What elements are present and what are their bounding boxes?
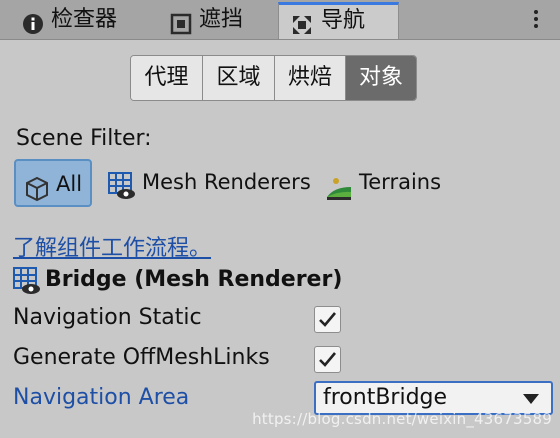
occlusion-icon: [170, 10, 192, 35]
navigation-icon: [291, 11, 313, 34]
filter-mesh-renderers-button[interactable]: Mesh Renderers: [108, 159, 311, 207]
tab-label: 导航: [321, 8, 366, 33]
segment-bake[interactable]: 烘焙: [275, 56, 346, 100]
info-icon: [22, 10, 44, 34]
segment-areas[interactable]: 区域: [203, 56, 275, 100]
generate-offmeshlinks-checkbox[interactable]: [314, 346, 341, 373]
tab-navigation[interactable]: 导航: [278, 2, 399, 39]
navigation-area-value: frontBridge: [323, 385, 448, 410]
scene-filter-options: All Mesh Renderers Terrains: [14, 159, 544, 207]
more-options-icon[interactable]: [532, 8, 540, 30]
object-title: Bridge (Mesh Renderer): [45, 267, 343, 292]
checkmark-icon: [319, 352, 336, 367]
cube-icon: [24, 172, 50, 202]
scene-filter-label: Scene Filter:: [16, 126, 152, 151]
object-header: Bridge (Mesh Renderer): [13, 264, 553, 296]
navigation-static-checkbox[interactable]: [314, 306, 341, 333]
filter-label: All: [56, 172, 83, 196]
tab-label: 遮挡: [199, 7, 244, 32]
mode-segmented-control: 代理 区域 烘焙 对象: [130, 55, 417, 101]
tab-label: 检查器: [51, 7, 118, 32]
tab-inspector[interactable]: 检查器: [22, 2, 142, 39]
segment-object[interactable]: 对象: [346, 56, 416, 100]
segment-agents[interactable]: 代理: [131, 56, 203, 100]
mesh-renderer-icon: [108, 170, 135, 199]
tab-bar: 检查器 遮挡 导航: [0, 0, 560, 40]
filter-label: Mesh Renderers: [142, 170, 311, 194]
learn-workflow-link[interactable]: 了解组件工作流程。: [13, 230, 211, 262]
generate-offmeshlinks-label: Generate OffMeshLinks: [13, 345, 270, 370]
navigation-area-label: Navigation Area: [13, 385, 190, 410]
mesh-renderer-icon: [13, 267, 41, 295]
filter-all-button[interactable]: All: [14, 159, 92, 207]
terrain-icon: [326, 171, 352, 200]
checkmark-icon: [319, 312, 336, 327]
chevron-down-icon: [523, 394, 539, 404]
watermark: https://blog.csdn.net/weixin_43673589: [252, 410, 552, 428]
filter-label: Terrains: [359, 170, 442, 194]
filter-terrains-button[interactable]: Terrains: [326, 159, 456, 207]
navigation-static-label: Navigation Static: [13, 305, 202, 330]
tab-occlusion[interactable]: 遮挡: [170, 2, 270, 39]
